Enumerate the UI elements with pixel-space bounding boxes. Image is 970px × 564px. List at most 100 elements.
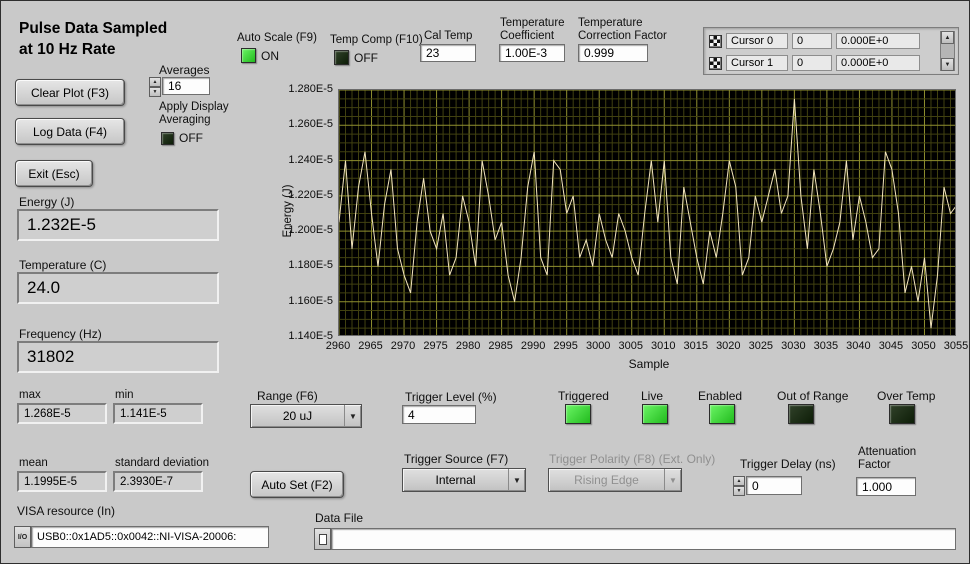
- x-tick-label: 2985: [483, 340, 519, 352]
- trigger-level-label: Trigger Level (%): [405, 390, 497, 404]
- mean-display: 1.1995E-5: [17, 471, 107, 492]
- cursor-row-0[interactable]: Cursor 0 0 0.000E+0: [709, 32, 934, 50]
- enabled-led: [709, 404, 735, 424]
- x-tick-label: 3020: [710, 340, 746, 352]
- cursor-legend: Cursor 0 0 0.000E+0 Cursor 1 0 0.000E+0 …: [703, 27, 959, 75]
- temp-comp-label: Temp Comp (F10): [330, 34, 423, 46]
- apply-averaging-toggle[interactable]: [161, 132, 174, 145]
- cursor-y-value: 0.000E+0: [836, 55, 920, 71]
- cursor-x-value: 0: [792, 33, 832, 49]
- cursor-name: Cursor 1: [726, 55, 788, 71]
- range-value: 20 uJ: [251, 405, 344, 427]
- energy-display: 1.232E-5: [17, 209, 219, 241]
- trigger-polarity-value: Rising Edge: [549, 469, 664, 491]
- decrement-arrow-icon[interactable]: ▼: [149, 87, 161, 97]
- scroll-down-icon[interactable]: ▼: [941, 58, 954, 71]
- log-data-button[interactable]: Log Data (F4): [15, 118, 125, 145]
- attenuation-input[interactable]: [856, 477, 916, 496]
- trigger-polarity-dropdown: Rising Edge ▼: [548, 468, 682, 492]
- cursor-legend-scrollbar[interactable]: ▲ ▼: [940, 31, 955, 71]
- page-title: Pulse Data Sampled at 10 Hz Rate: [19, 19, 167, 61]
- std-label: standard deviation: [115, 457, 209, 469]
- y-tick-label: 1.220E-5: [265, 189, 333, 201]
- apply-averaging-label-line1: Apply Display: [159, 101, 229, 113]
- page-title-line2: at 10 Hz Rate: [19, 40, 167, 61]
- data-file-input[interactable]: [331, 528, 956, 550]
- y-tick-label: 1.180E-5: [265, 259, 333, 271]
- x-tick-label: 3005: [613, 340, 649, 352]
- std-display: 2.3930E-7: [113, 471, 203, 492]
- attenuation-label-line2: Factor: [858, 459, 891, 471]
- x-axis-title: Sample: [599, 357, 699, 371]
- temp-correction-label-line1: Temperature: [578, 17, 643, 29]
- chevron-down-icon[interactable]: ▼: [344, 405, 361, 427]
- x-tick-label: 3010: [645, 340, 681, 352]
- max-display: 1.268E-5: [17, 403, 107, 424]
- x-tick-label: 3025: [743, 340, 779, 352]
- temp-correction-input[interactable]: [578, 44, 648, 62]
- trigger-level-input[interactable]: [402, 405, 476, 424]
- over-temp-led: [889, 404, 915, 424]
- min-display: 1.141E-5: [113, 403, 203, 424]
- auto-set-button[interactable]: Auto Set (F2): [250, 471, 344, 498]
- over-temp-label: Over Temp: [877, 389, 935, 403]
- averages-stepper[interactable]: ▲ ▼: [149, 77, 161, 95]
- auto-scale-state: ON: [261, 49, 279, 63]
- y-tick-label: 1.240E-5: [265, 154, 333, 166]
- x-tick-label: 2960: [320, 340, 356, 352]
- x-tick-label: 3030: [775, 340, 811, 352]
- increment-arrow-icon[interactable]: ▲: [149, 77, 161, 87]
- front-panel: Pulse Data Sampled at 10 Hz Rate Clear P…: [0, 0, 970, 564]
- range-dropdown[interactable]: 20 uJ ▼: [250, 404, 362, 428]
- apply-averaging-label-line2: Averaging: [159, 114, 211, 126]
- energy-label: Energy (J): [19, 195, 74, 209]
- temp-coefficient-label-line2: Coefficient: [500, 30, 554, 42]
- attenuation-label-line1: Attenuation: [858, 446, 916, 458]
- y-tick-label: 1.200E-5: [265, 224, 333, 236]
- visa-resource-input[interactable]: [31, 526, 269, 548]
- x-tick-label: 3045: [873, 340, 909, 352]
- y-tick-label: 1.280E-5: [265, 83, 333, 95]
- trigger-source-dropdown[interactable]: Internal ▼: [402, 468, 526, 492]
- live-led: [642, 404, 668, 424]
- frequency-label: Frequency (Hz): [19, 327, 102, 341]
- file-icon[interactable]: [314, 528, 331, 550]
- cursor-y-value: 0.000E+0: [836, 33, 920, 49]
- trigger-delay-input[interactable]: [746, 476, 802, 495]
- cal-temp-input[interactable]: [420, 44, 476, 62]
- cursor-name: Cursor 0: [726, 33, 788, 49]
- trigger-polarity-label: Trigger Polarity (F8) (Ext. Only): [549, 452, 715, 466]
- temp-coefficient-label-line1: Temperature: [500, 17, 565, 29]
- visa-io-icon[interactable]: I/O: [14, 526, 31, 548]
- auto-scale-toggle[interactable]: [241, 48, 256, 63]
- cal-temp-label: Cal Temp: [424, 30, 472, 42]
- decrement-arrow-icon[interactable]: ▼: [733, 486, 745, 496]
- exit-button[interactable]: Exit (Esc): [15, 160, 93, 187]
- scroll-up-icon[interactable]: ▲: [941, 31, 954, 44]
- out-of-range-led: [788, 404, 814, 424]
- trigger-delay-stepper[interactable]: ▲ ▼: [733, 476, 745, 495]
- chevron-down-icon[interactable]: ▼: [508, 469, 525, 491]
- clear-plot-button[interactable]: Clear Plot (F3): [15, 79, 125, 106]
- out-of-range-label: Out of Range: [777, 389, 848, 403]
- y-tick-label: 1.260E-5: [265, 118, 333, 130]
- x-tick-label: 3035: [808, 340, 844, 352]
- increment-arrow-icon[interactable]: ▲: [733, 476, 745, 486]
- temp-comp-state: OFF: [354, 51, 378, 65]
- temp-comp-toggle[interactable]: [334, 50, 349, 65]
- triggered-label: Triggered: [558, 389, 609, 403]
- cursor-row-1[interactable]: Cursor 1 0 0.000E+0: [709, 54, 934, 72]
- temp-coefficient-input[interactable]: [499, 44, 565, 62]
- visa-resource-label: VISA resource (In): [17, 504, 115, 518]
- averages-input[interactable]: [162, 77, 210, 95]
- trigger-source-value: Internal: [403, 469, 508, 491]
- x-tick-label: 2980: [450, 340, 486, 352]
- trigger-delay-label: Trigger Delay (ns): [740, 457, 836, 471]
- min-label: min: [115, 389, 134, 401]
- max-label: max: [19, 389, 41, 401]
- averages-label: Averages: [159, 63, 209, 77]
- range-label: Range (F6): [257, 389, 318, 403]
- waveform-graph: [338, 89, 956, 336]
- mean-label: mean: [19, 457, 48, 469]
- y-tick-label: 1.160E-5: [265, 295, 333, 307]
